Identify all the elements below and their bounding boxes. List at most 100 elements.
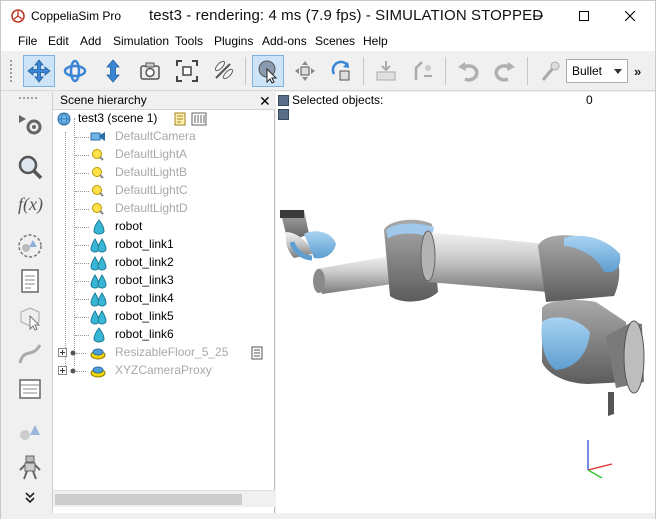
model-browser-button[interactable] xyxy=(13,414,47,448)
shape-edit-button[interactable] xyxy=(13,300,47,334)
tree-item-label: robot_link4 xyxy=(115,291,174,305)
title-bar: CoppeliaSim Pro test3 - rendering: 4 ms … xyxy=(1,1,655,32)
script-document-icon[interactable] xyxy=(250,346,264,360)
scene-viewport[interactable]: Selected objects: 0 xyxy=(276,92,655,513)
minimize-button[interactable] xyxy=(515,1,561,31)
calculation-modules-button[interactable]: f(x) xyxy=(13,186,47,220)
robot-figure-icon xyxy=(19,455,41,480)
toolbar-overflow-button[interactable]: » xyxy=(634,64,641,79)
expand-plus-icon[interactable] xyxy=(58,348,67,357)
selection-panel-button[interactable] xyxy=(13,372,47,406)
collections-button[interactable] xyxy=(13,229,47,263)
camera-angle-button[interactable] xyxy=(134,55,166,87)
tree-item-label: DefaultCamera xyxy=(115,129,196,143)
scene-hierarchy-title: Scene hierarchy xyxy=(60,93,147,107)
object-shift-button[interactable] xyxy=(289,55,321,87)
tree-row-light[interactable]: DefaultLightA xyxy=(53,146,275,164)
customization-script-icon[interactable] xyxy=(191,112,207,126)
scene-object-properties-button[interactable] xyxy=(13,150,47,184)
object-rotate-button[interactable] xyxy=(326,55,358,87)
app-window: CoppeliaSim Pro test3 - rendering: 4 ms … xyxy=(0,0,656,519)
tree-item-label: test3 (scene 1) xyxy=(78,111,158,125)
robot-arm-render[interactable] xyxy=(276,92,655,513)
simulation-settings-button[interactable] xyxy=(13,106,47,140)
light-bulb-icon xyxy=(92,149,104,161)
menu-file[interactable]: File xyxy=(18,34,37,48)
tree-connector xyxy=(75,155,89,156)
tree-item-label: DefaultLightC xyxy=(115,183,188,197)
tree-connector xyxy=(75,281,89,282)
camera-shift-button[interactable] xyxy=(97,55,129,87)
tree-row-compound-shape[interactable]: robot_link5 xyxy=(53,308,275,326)
robot-browser-button[interactable] xyxy=(13,450,47,484)
close-button[interactable] xyxy=(607,1,653,31)
dropdown-arrow-icon xyxy=(614,69,622,74)
menu-simulation[interactable]: Simulation xyxy=(113,34,169,48)
tree-row-camera[interactable]: DefaultCamera xyxy=(53,128,275,146)
fit-to-view-button[interactable] xyxy=(171,55,203,87)
undo-button[interactable] xyxy=(452,55,484,87)
menu-help[interactable]: Help xyxy=(363,34,388,48)
magnifier-icon xyxy=(18,155,43,180)
tree-row-shape[interactable]: robot_link6 xyxy=(53,326,275,344)
menu-add[interactable]: Add xyxy=(80,34,101,48)
click-select-button[interactable] xyxy=(252,55,284,87)
collection-shapes-icon xyxy=(18,234,42,258)
left-toolbar-expand-button[interactable] xyxy=(13,488,47,508)
toolbar-grip[interactable] xyxy=(9,59,13,83)
menu-tools[interactable]: Tools xyxy=(175,34,203,48)
status-bar xyxy=(1,513,655,519)
menu-plugins[interactable]: Plugins xyxy=(214,34,253,48)
tree-connector xyxy=(75,137,89,138)
menu-scenes[interactable]: Scenes xyxy=(315,34,355,48)
scripts-button[interactable] xyxy=(13,264,47,298)
tree-row-light[interactable]: DefaultLightC xyxy=(53,182,275,200)
hierarchy-horizontal-scrollbar[interactable] xyxy=(53,490,275,507)
scene-hierarchy-header: Scene hierarchy ✕ xyxy=(53,92,275,110)
tree-row-light[interactable]: DefaultLightB xyxy=(53,164,275,182)
window-title: test3 - rendering: 4 ms (7.9 fps) - SIMU… xyxy=(149,7,544,24)
maximize-button[interactable] xyxy=(561,1,607,31)
tree-connector xyxy=(75,173,89,174)
assemble-button[interactable] xyxy=(370,55,402,87)
tree-row-compound-shape[interactable]: robot_link3 xyxy=(53,272,275,290)
redo-button[interactable] xyxy=(489,55,521,87)
tree-row-shape[interactable]: robot xyxy=(53,218,275,236)
tree-item-label: robot_link6 xyxy=(115,327,174,341)
tree-item-label: robot_link2 xyxy=(115,255,174,269)
object-rotate-icon xyxy=(331,60,350,81)
tree-item-label: DefaultLightD xyxy=(115,201,188,215)
physics-engine-select[interactable]: Bullet xyxy=(566,59,628,83)
menu-edit[interactable]: Edit xyxy=(48,34,69,48)
script-document-icon[interactable] xyxy=(173,112,187,126)
camera-pan-button[interactable] xyxy=(23,55,55,87)
tree-row-compound-shape[interactable]: robot_link1 xyxy=(53,236,275,254)
camera-rotate-button[interactable] xyxy=(59,55,91,87)
expand-plus-icon[interactable] xyxy=(58,366,67,375)
chevron-down-double-icon xyxy=(25,492,35,504)
dragonfly-icon xyxy=(214,60,234,80)
dynamics-toggle-button[interactable] xyxy=(534,55,566,87)
menu-add-ons[interactable]: Add-ons xyxy=(262,34,307,48)
script-document-icon xyxy=(21,269,39,293)
tree-item-label: robot_link1 xyxy=(115,237,174,251)
left-toolbar-grip[interactable] xyxy=(18,96,38,100)
tree-row-compound-shape[interactable]: robot_link4 xyxy=(53,290,275,308)
tree-row-scene[interactable]: test3 (scene 1) xyxy=(53,110,275,128)
scene-hierarchy-close-button[interactable]: ✕ xyxy=(259,93,271,110)
scrollbar-thumb[interactable] xyxy=(55,494,242,505)
tree-row-light[interactable]: DefaultLightD xyxy=(53,200,275,218)
compound-shape-icon xyxy=(90,310,107,325)
minimize-icon xyxy=(533,15,543,17)
tree-row-model[interactable]: ResizableFloor_5_25 xyxy=(53,344,275,362)
robot-flange xyxy=(280,210,304,218)
redo-icon xyxy=(494,62,515,82)
path-edit-button[interactable] xyxy=(13,336,47,370)
tree-row-model[interactable]: XYZCameraProxy xyxy=(53,362,275,380)
tree-connector xyxy=(75,299,89,300)
tree-item-label: DefaultLightB xyxy=(115,165,188,179)
transfer-dna-button[interactable] xyxy=(407,55,439,87)
tree-row-compound-shape[interactable]: robot_link2 xyxy=(53,254,275,272)
tree-connector xyxy=(75,335,89,336)
manipulation-assist-button[interactable] xyxy=(207,55,239,87)
